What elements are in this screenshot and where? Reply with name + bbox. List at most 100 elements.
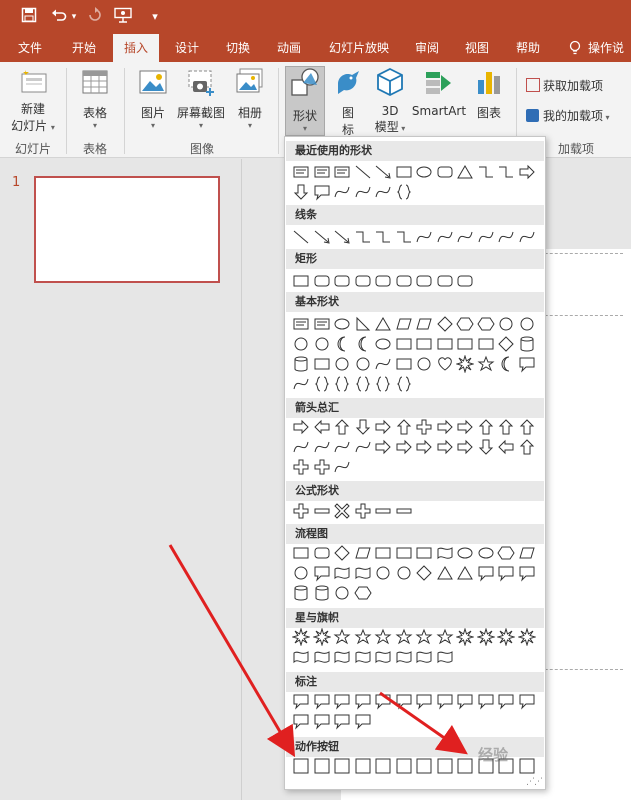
shape-action-icon[interactable]	[374, 757, 392, 775]
shape-callout-icon[interactable]	[292, 712, 310, 730]
shape-cyl-icon[interactable]	[518, 335, 536, 353]
shape-callout-icon[interactable]	[354, 712, 372, 730]
shape-wave-icon[interactable]	[374, 648, 392, 666]
shape-elbow-icon[interactable]	[395, 228, 413, 246]
shape-wave-icon[interactable]	[354, 648, 372, 666]
shape-oval-icon[interactable]	[477, 544, 495, 562]
shape-burst-icon[interactable]	[456, 628, 474, 646]
shape-rect-icon[interactable]	[395, 335, 413, 353]
shape-callout-icon[interactable]	[477, 692, 495, 710]
shape-arrowR-icon[interactable]	[456, 438, 474, 456]
shape-line-icon[interactable]	[292, 228, 310, 246]
shape-rrect-icon[interactable]	[313, 544, 331, 562]
shape-action-icon[interactable]	[333, 757, 351, 775]
save-icon[interactable]	[18, 7, 40, 27]
shape-brace-icon[interactable]	[395, 375, 413, 393]
shape-brace-icon[interactable]	[313, 375, 331, 393]
shape-rrect-icon[interactable]	[333, 272, 351, 290]
tab-review[interactable]: 审阅	[404, 34, 450, 62]
shape-burst-icon[interactable]	[456, 355, 474, 373]
shape-arrowline-icon[interactable]	[333, 228, 351, 246]
shape-cyl-icon[interactable]	[313, 584, 331, 602]
shape-rect-icon[interactable]	[395, 355, 413, 373]
shape-rect-icon[interactable]	[313, 355, 331, 373]
shape-rect-icon[interactable]	[436, 335, 454, 353]
shape-circle-icon[interactable]	[292, 335, 310, 353]
shape-circle-icon[interactable]	[313, 335, 331, 353]
shape-diamond-icon[interactable]	[415, 564, 433, 582]
shape-star-icon[interactable]	[477, 355, 495, 373]
shape-curve-icon[interactable]	[333, 183, 351, 201]
shape-minus-icon[interactable]	[374, 502, 392, 520]
shape-curve-icon[interactable]	[333, 458, 351, 476]
shape-arrowR-icon[interactable]	[456, 418, 474, 436]
shape-brace-icon[interactable]	[354, 375, 372, 393]
shape-callout-icon[interactable]	[497, 564, 515, 582]
shape-callout-icon[interactable]	[374, 692, 392, 710]
shape-callout-icon[interactable]	[518, 564, 536, 582]
shape-callout-icon[interactable]	[518, 692, 536, 710]
shape-callout-icon[interactable]	[292, 692, 310, 710]
shape-rect-icon[interactable]	[395, 544, 413, 562]
shape-action-icon[interactable]	[313, 757, 331, 775]
shape-rect-icon[interactable]	[415, 544, 433, 562]
shape-arrowD-icon[interactable]	[354, 418, 372, 436]
shape-star-icon[interactable]	[436, 628, 454, 646]
shape-oval-icon[interactable]	[333, 315, 351, 333]
shape-text-icon[interactable]	[313, 315, 331, 333]
shape-rtri-icon[interactable]	[354, 315, 372, 333]
shape-circle-icon[interactable]	[395, 564, 413, 582]
shape-star-icon[interactable]	[415, 628, 433, 646]
shape-callout-icon[interactable]	[436, 692, 454, 710]
shape-curve-icon[interactable]	[292, 438, 310, 456]
shape-action-icon[interactable]	[436, 757, 454, 775]
shape-curve-icon[interactable]	[313, 438, 331, 456]
shape-wave-icon[interactable]	[313, 648, 331, 666]
shape-arrowU-icon[interactable]	[477, 418, 495, 436]
tab-slideshow[interactable]: 幻灯片放映	[320, 34, 398, 62]
shape-action-icon[interactable]	[518, 757, 536, 775]
shape-rect-icon[interactable]	[456, 335, 474, 353]
shape-rrect-icon[interactable]	[313, 272, 331, 290]
shape-rrect-icon[interactable]	[374, 272, 392, 290]
shape-arrowline-icon[interactable]	[313, 228, 331, 246]
shape-circle-icon[interactable]	[374, 564, 392, 582]
shape-rrect-icon[interactable]	[456, 272, 474, 290]
shape-curve-icon[interactable]	[354, 438, 372, 456]
slide-thumbnail[interactable]	[34, 176, 220, 283]
shape-curve-icon[interactable]	[518, 228, 536, 246]
shape-burst-icon[interactable]	[476, 628, 495, 646]
shape-arrowU-icon[interactable]	[497, 418, 515, 436]
tab-tell-me[interactable]: 操作说	[588, 34, 631, 62]
shape-curve-icon[interactable]	[374, 355, 392, 373]
shape-curve-icon[interactable]	[477, 228, 495, 246]
shape-oval-icon[interactable]	[415, 163, 433, 181]
shape-callout-icon[interactable]	[313, 564, 331, 582]
shape-arrowU-icon[interactable]	[395, 418, 413, 436]
shape-tri-icon[interactable]	[436, 564, 454, 582]
shape-arrowD-icon[interactable]	[292, 183, 310, 201]
customize-icon[interactable]: ▾	[144, 7, 166, 27]
shape-callout-icon[interactable]	[497, 692, 515, 710]
shape-circle-icon[interactable]	[354, 355, 372, 373]
shape-elbow-icon[interactable]	[497, 163, 515, 181]
shape-para-icon[interactable]	[415, 315, 433, 333]
tab-design[interactable]: 设计	[164, 34, 210, 62]
shape-arrowD-icon[interactable]	[477, 438, 495, 456]
redo-icon[interactable]	[84, 7, 106, 27]
shape-elbow-icon[interactable]	[374, 228, 392, 246]
shape-star-icon[interactable]	[395, 628, 413, 646]
shape-arrowR-icon[interactable]	[395, 438, 413, 456]
shape-callout-icon[interactable]	[333, 712, 351, 730]
shape-hex-icon[interactable]	[497, 544, 515, 562]
shape-star-icon[interactable]	[374, 628, 392, 646]
shape-moon-icon[interactable]	[333, 335, 351, 353]
shape-arrowR-icon[interactable]	[436, 438, 454, 456]
shape-burst-icon[interactable]	[312, 628, 331, 646]
shape-rrect-icon[interactable]	[395, 272, 413, 290]
tab-home[interactable]: 开始	[60, 34, 108, 62]
shape-arrowR-icon[interactable]	[436, 418, 454, 436]
undo-icon[interactable]	[48, 7, 70, 27]
tab-transitions[interactable]: 切换	[214, 34, 262, 62]
shape-plus-icon[interactable]	[354, 502, 372, 520]
